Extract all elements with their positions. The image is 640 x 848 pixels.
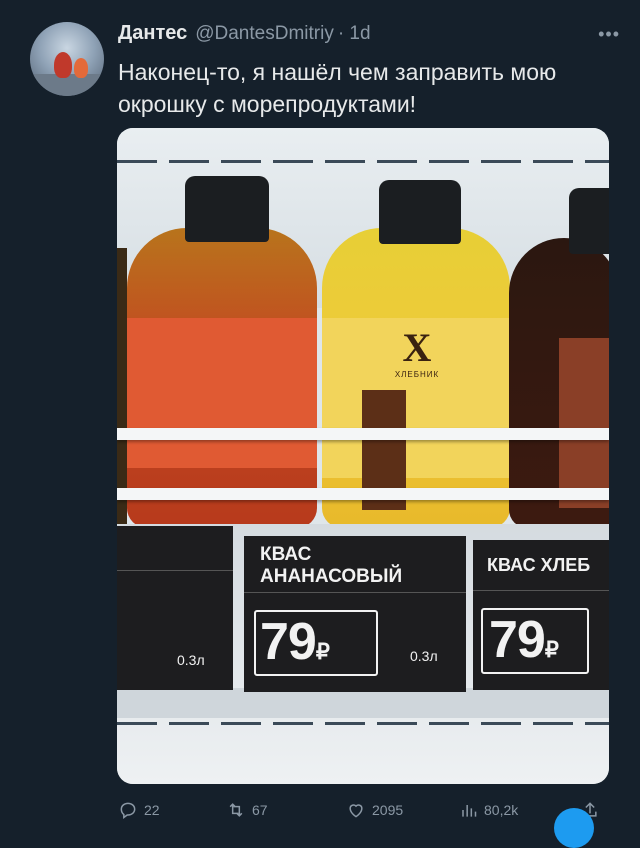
currency-sign: ₽ — [315, 639, 330, 664]
avatar-figure — [74, 58, 88, 78]
currency-sign: ₽ — [544, 637, 559, 662]
tag-product-name: КВАС ХЛЕБ — [487, 555, 591, 575]
shelf-stripe — [117, 722, 609, 725]
more-options-icon[interactable]: ••• — [598, 24, 620, 45]
retweet-count: 67 — [252, 802, 268, 818]
bottle-dark — [509, 238, 609, 528]
author-name[interactable]: Дантес — [118, 22, 187, 45]
tag-divider — [473, 590, 609, 591]
price-value: 79 — [489, 611, 546, 669]
price-tag-left: 0.3л — [117, 526, 233, 690]
views-icon — [462, 805, 477, 817]
tag-divider — [244, 592, 466, 593]
price-tag-right: КВАС ХЛЕБ 79₽ — [473, 540, 609, 690]
retweet-icon — [229, 803, 243, 817]
shelf-rail — [117, 428, 609, 440]
views-button[interactable]: 80,2k — [458, 800, 518, 820]
avatar[interactable] — [30, 22, 104, 96]
tag-volume: 0.3л — [177, 652, 205, 668]
reply-button[interactable]: 22 — [118, 800, 160, 820]
bottle-cap — [185, 176, 269, 242]
tag-price: 79₽ — [260, 612, 330, 672]
tweet-media-photo[interactable]: X ХЛЕБНИК 0.3л КВАС АНАНАСОВЫЙ 79₽ 0.3л … — [117, 128, 609, 784]
author-handle[interactable]: @DantesDmitriy — [195, 23, 334, 45]
tweet-time[interactable]: · 1d — [338, 23, 371, 45]
like-count: 2095 — [372, 802, 404, 818]
reply-count: 22 — [144, 802, 160, 818]
tag-divider — [117, 570, 233, 571]
heart-icon — [349, 804, 363, 818]
retweet-button[interactable]: 67 — [226, 800, 268, 820]
brand-logo: X — [402, 325, 432, 370]
tweet-actions: 22 67 2095 80,2k — [118, 800, 618, 848]
bottle-cap — [379, 180, 461, 244]
brand-name: ХЛЕБНИК — [394, 370, 440, 379]
bottle-label — [127, 318, 317, 468]
view-count: 80,2k — [484, 802, 519, 818]
shelf-edge — [117, 688, 609, 718]
shelf-rail — [117, 488, 609, 500]
reply-icon — [120, 802, 136, 819]
shelf-stripe — [117, 160, 609, 163]
bottle-label — [559, 338, 609, 508]
price-value: 79 — [260, 613, 317, 671]
tag-price: 79₽ — [489, 610, 559, 670]
like-button[interactable]: 2095 — [346, 800, 403, 820]
tweet-text: Наконец-то, я нашёл чем заправить мою ок… — [118, 59, 557, 117]
tag-product-name: КВАС АНАНАСОВЫЙ — [260, 544, 403, 587]
compose-fab[interactable] — [554, 808, 594, 848]
avatar-figure — [54, 52, 72, 78]
tag-volume: 0.3л — [410, 648, 438, 664]
bottle-orange — [127, 228, 317, 528]
tweet-header: Дантес @DantesDmitriy · 1d ••• — [118, 22, 620, 52]
price-tag-pineapple-kvass: КВАС АНАНАСОВЫЙ 79₽ 0.3л — [244, 536, 466, 692]
bottle-cap — [569, 188, 609, 254]
